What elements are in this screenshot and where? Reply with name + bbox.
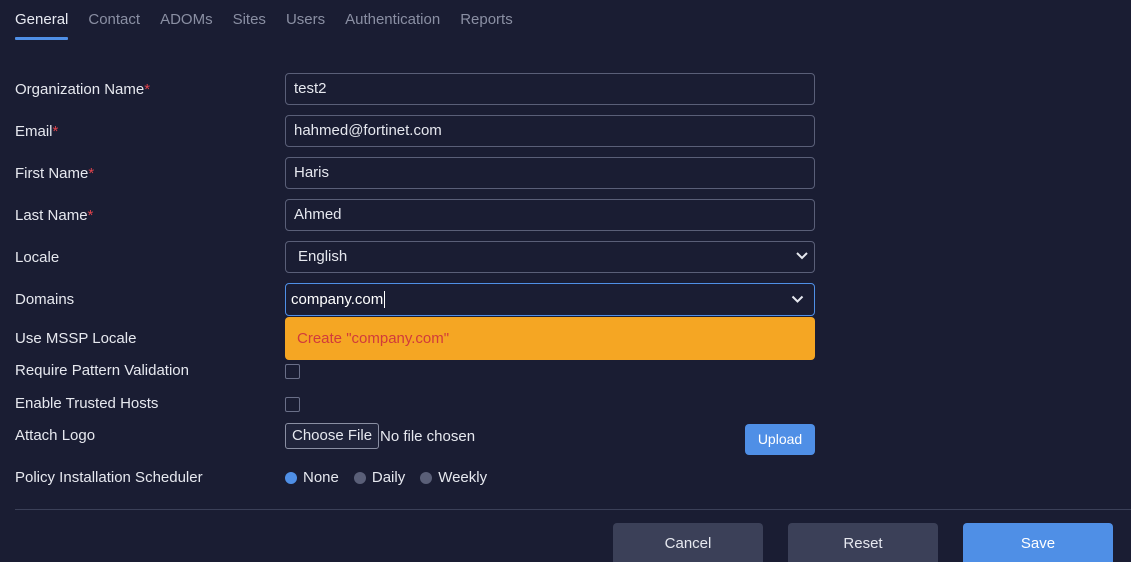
radio-label: Daily [371, 469, 406, 486]
require-pattern-label: Require Pattern Validation [15, 362, 189, 379]
create-domain-option[interactable]: Create "company.com" [285, 317, 815, 360]
require-pattern-checkbox[interactable] [285, 364, 300, 379]
domains-input-text: company.com [291, 290, 384, 308]
required-mark: * [144, 81, 151, 98]
org-name-label: Organization Name* [15, 81, 150, 98]
save-button[interactable]: Save [963, 523, 1113, 562]
last-name-label-text: Last Name [15, 207, 88, 224]
tab-general[interactable]: General [15, 0, 69, 40]
tab-users[interactable]: Users [286, 0, 325, 39]
first-name-label: First Name* [15, 165, 94, 182]
radio-button[interactable] [353, 471, 366, 484]
radio-label: None [303, 469, 339, 486]
scheduler-radio-group: None Daily Weekly [285, 469, 487, 486]
locale-select[interactable]: English [285, 241, 815, 273]
domains-combobox[interactable]: company.com [285, 283, 815, 316]
last-name-label: Last Name* [15, 207, 93, 224]
organization-general-form: General Contact ADOMs Sites Users Authen… [0, 0, 1131, 562]
org-name-input[interactable]: test2 [285, 73, 815, 105]
radio-button[interactable] [420, 471, 433, 484]
email-label: Email* [15, 123, 58, 140]
required-mark: * [52, 123, 59, 140]
required-mark: * [88, 165, 95, 182]
tab-sites[interactable]: Sites [233, 0, 266, 39]
email-label-text: Email [15, 123, 53, 140]
reset-button[interactable]: Reset [788, 523, 938, 562]
tab-adoms[interactable]: ADOMs [160, 0, 213, 39]
radio-label: Weekly [438, 469, 488, 486]
radio-option-none[interactable]: None [285, 469, 339, 486]
file-status-text: No file chosen [380, 428, 476, 445]
choose-file-button[interactable]: Choose File [285, 423, 380, 449]
chevron-down-icon[interactable] [791, 291, 804, 309]
locale-label: Locale [15, 249, 60, 266]
org-name-label-text: Organization Name [15, 81, 145, 98]
tab-bar: General Contact ADOMs Sites Users Authen… [15, 0, 513, 40]
domains-input[interactable]: company.com [291, 290, 386, 309]
radio-option-weekly[interactable]: Weekly [420, 469, 487, 486]
trusted-hosts-checkbox[interactable] [285, 397, 300, 412]
tab-authentication[interactable]: Authentication [345, 0, 440, 39]
domains-label: Domains [15, 291, 75, 308]
last-name-input[interactable]: Ahmed [285, 199, 815, 231]
tab-contact[interactable]: Contact [88, 0, 140, 39]
text-cursor [384, 291, 386, 309]
chevron-down-icon [796, 242, 808, 272]
footer-divider [15, 509, 1131, 510]
attach-logo-label: Attach Logo [15, 427, 96, 444]
radio-button-selected[interactable] [285, 471, 297, 484]
cancel-button[interactable]: Cancel [613, 523, 763, 562]
locale-select-value: English [298, 248, 348, 265]
first-name-label-text: First Name [15, 165, 89, 182]
tab-reports[interactable]: Reports [460, 0, 513, 39]
required-mark: * [87, 207, 94, 224]
upload-button[interactable]: Upload [745, 424, 815, 455]
email-input[interactable]: hahmed@fortinet.com [285, 115, 815, 147]
trusted-hosts-label: Enable Trusted Hosts [15, 395, 159, 412]
radio-option-daily[interactable]: Daily [353, 469, 406, 486]
use-mssp-locale-label: Use MSSP Locale [15, 330, 137, 347]
scheduler-label: Policy Installation Scheduler [15, 469, 203, 486]
first-name-input[interactable]: Haris [285, 157, 815, 189]
